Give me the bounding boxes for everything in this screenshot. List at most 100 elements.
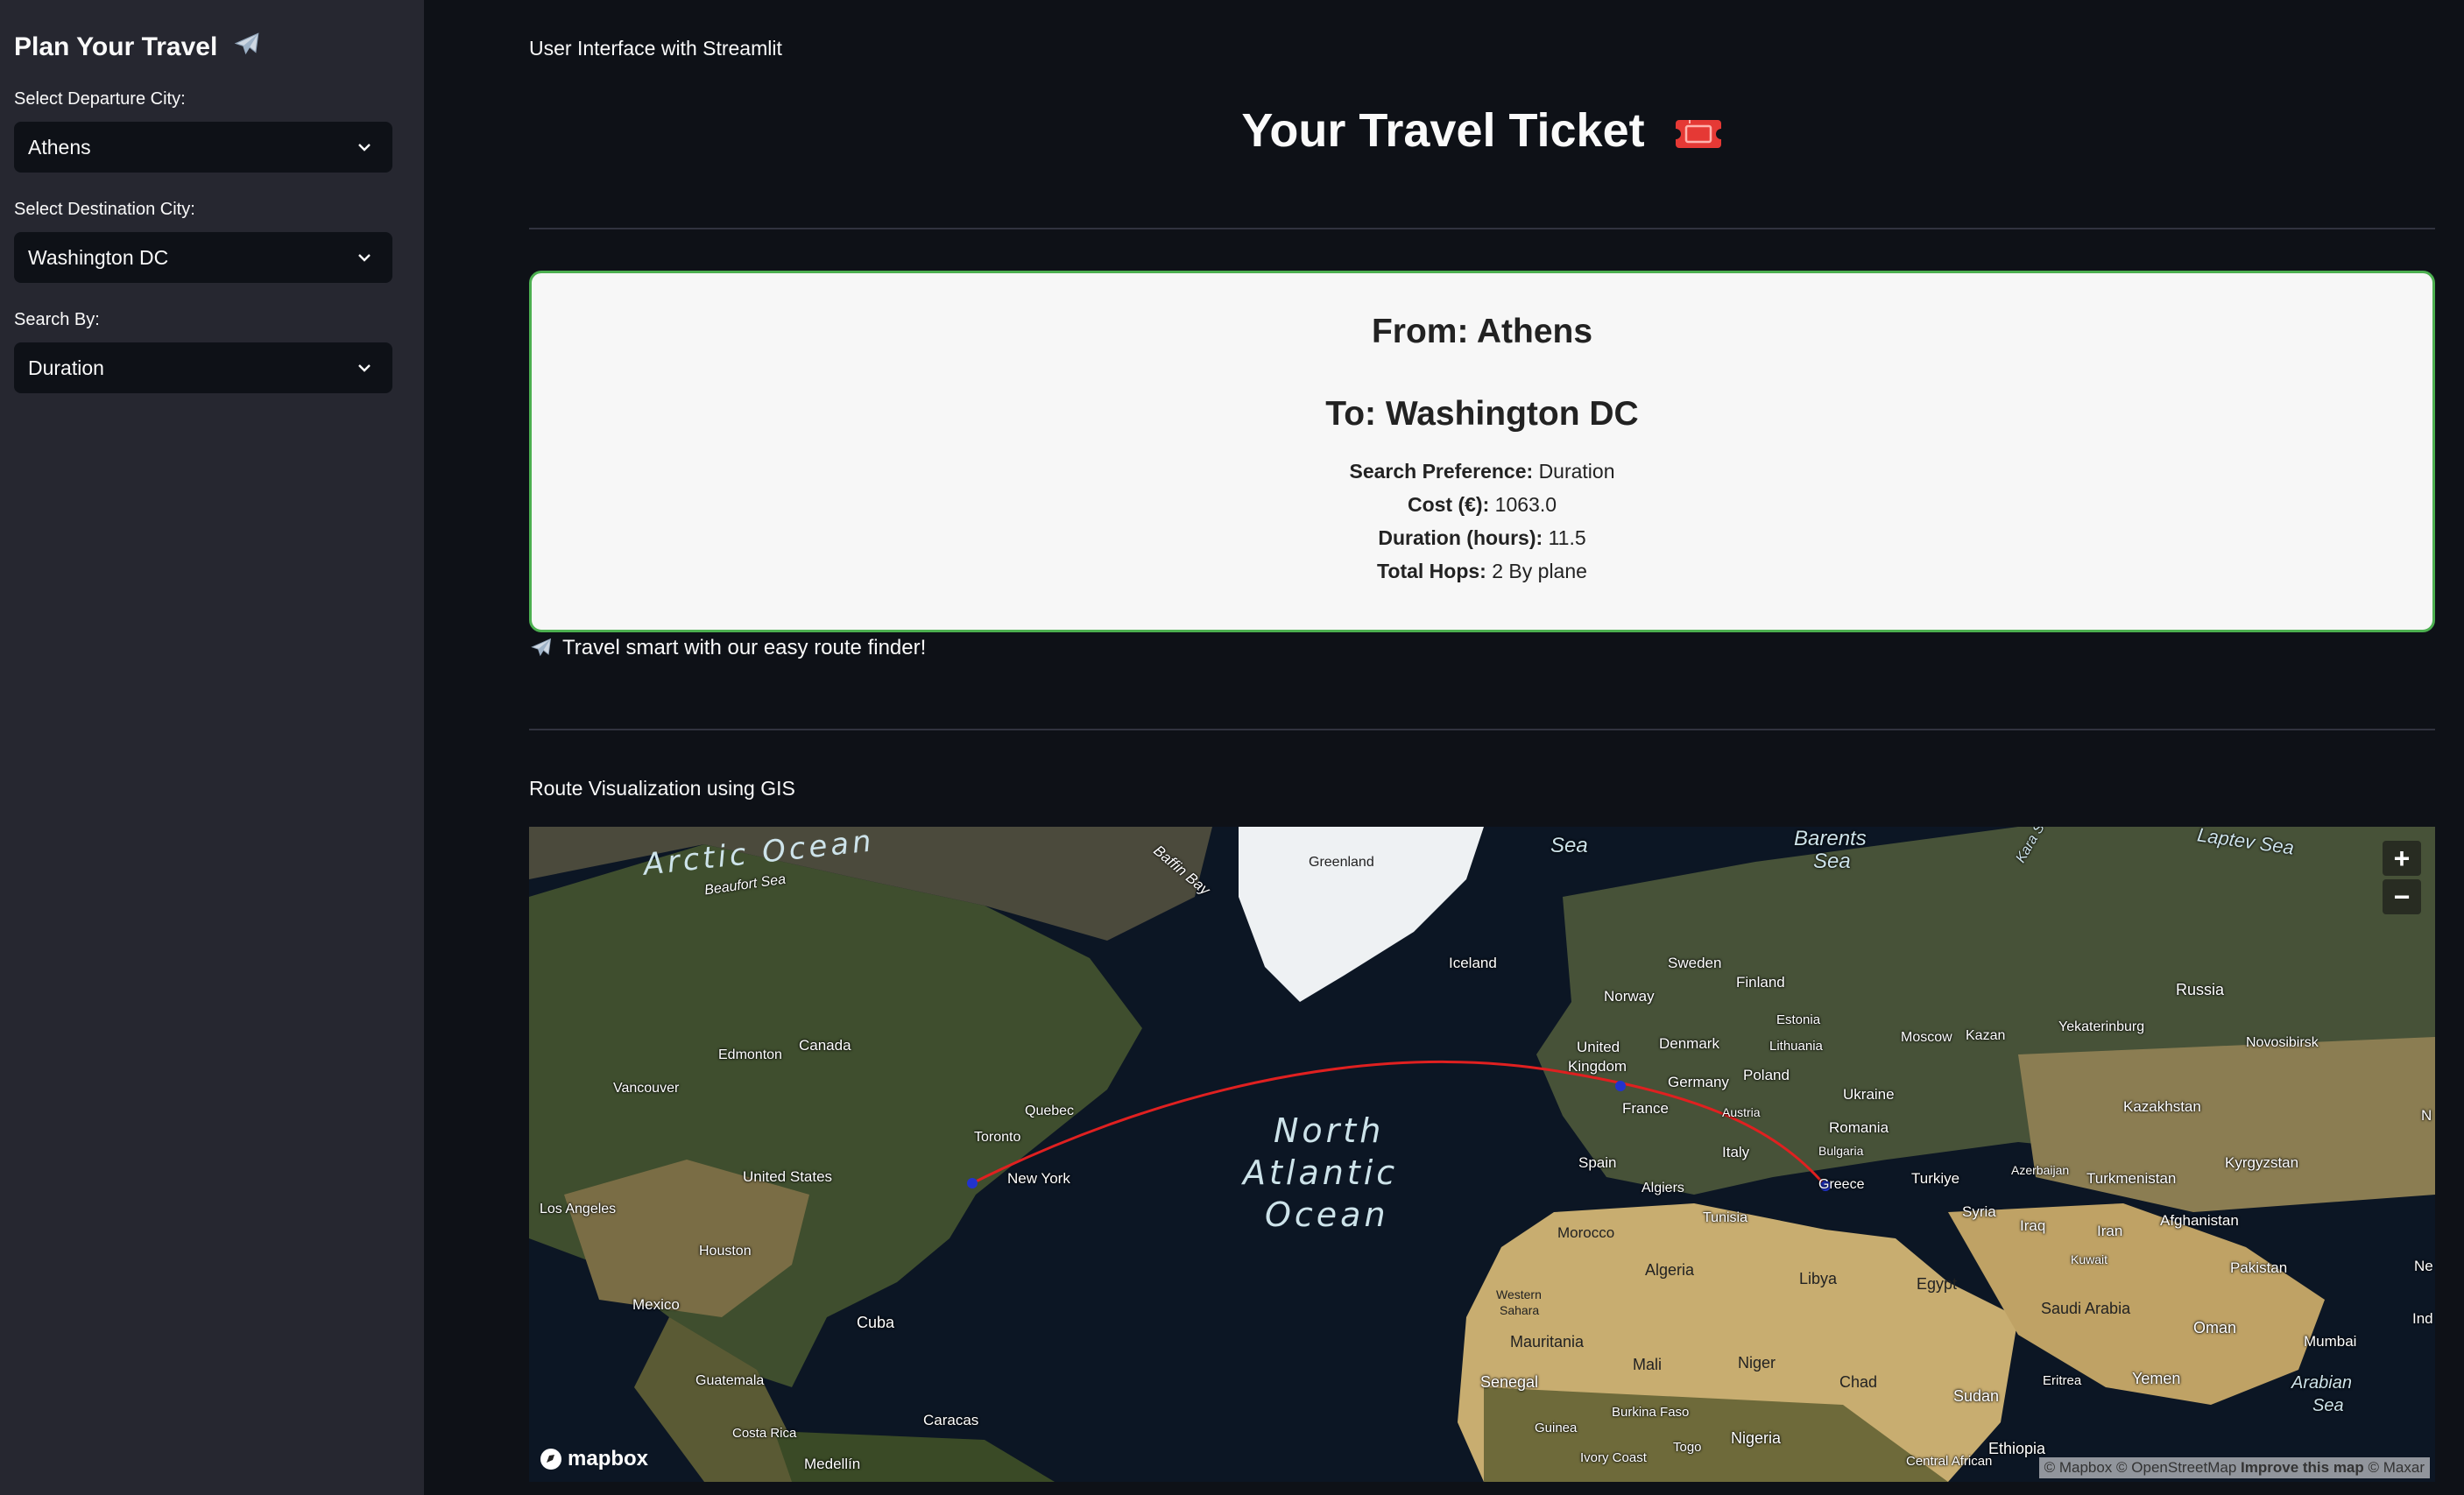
map-label: Canada [799, 1037, 851, 1054]
ticket-card: From: Athens To: Washington DC Search Pr… [529, 271, 2435, 632]
map-label: Chad [1839, 1373, 1878, 1391]
map-label: Guinea [1535, 1421, 1578, 1435]
map-label: Arabian [2291, 1373, 2352, 1393]
map-label: Afghanistan [2160, 1212, 2239, 1229]
zoom-in-button[interactable]: + [2383, 841, 2421, 876]
map-label: Ivory Coast [1580, 1450, 1647, 1465]
ticket-icon [1673, 119, 1723, 148]
destination-label: Select Destination City: [14, 200, 195, 219]
sidebar-title-text: Plan Your Travel [14, 32, 218, 61]
map-label: Vancouver [613, 1081, 680, 1096]
map-label: Togo [1673, 1440, 1702, 1455]
route-map[interactable]: Arctic Ocean North Atlantic Ocean Beaufo… [529, 827, 2435, 1482]
map-label: Mexico [632, 1296, 680, 1313]
map-label: Toronto [974, 1130, 1021, 1145]
map-label: Italy [1722, 1144, 1750, 1160]
divider [529, 729, 2435, 730]
destination-select[interactable]: Washington DC [14, 232, 392, 283]
map-label: Costa Rica [732, 1426, 797, 1441]
map-label: Finland [1736, 974, 1785, 991]
search-by-select-value: Duration [28, 356, 104, 379]
map-label: Ind [2412, 1310, 2433, 1327]
map-label: Tunisia [1703, 1210, 1747, 1225]
map-label: Niger [1738, 1354, 1776, 1372]
search-preference-label: Search Preference: [1349, 460, 1534, 483]
map-label: Mumbai [2304, 1333, 2357, 1350]
map-label: Lithuania [1769, 1039, 1823, 1054]
map-attribution: © Mapbox © OpenStreetMap Improve this ma… [2038, 1457, 2430, 1478]
chevron-down-icon [358, 364, 371, 372]
ticket-from: From: Athens [1371, 313, 1593, 350]
map-label: Sahara [1500, 1303, 1540, 1317]
map-label: France [1622, 1100, 1669, 1117]
map-label: Los Angeles [540, 1202, 617, 1216]
route-node-washington[interactable] [967, 1178, 978, 1188]
ticket-duration: Duration (hours): 11.5 [532, 526, 2432, 550]
map-label: Russia [2176, 981, 2225, 998]
map-label: Syria [1962, 1203, 1996, 1220]
map-label: Ukraine [1843, 1086, 1895, 1103]
map-label: Romania [1829, 1119, 1889, 1136]
map-label: Austria [1722, 1105, 1761, 1119]
improve-map-link[interactable]: Improve this map [2241, 1459, 2364, 1476]
cost-value: 1063.0 [1494, 493, 1557, 516]
map-label: Cuba [857, 1314, 895, 1331]
map-label: Edmonton [718, 1047, 782, 1062]
map-label: Saudi Arabia [2041, 1300, 2131, 1317]
map-label: Germany [1668, 1074, 1729, 1090]
airplane-icon [531, 638, 552, 657]
hops-value: 2 By plane [1492, 560, 1587, 582]
map-label: Nigeria [1731, 1429, 1782, 1447]
map-label: Sea [1550, 834, 1588, 857]
duration-value: 11.5 [1548, 526, 1586, 549]
map-label: Medellín [804, 1456, 861, 1472]
map-label: Kuwait [2071, 1252, 2108, 1266]
map-label: Iraq [2020, 1217, 2046, 1234]
map-label: Houston [699, 1244, 752, 1259]
departure-select[interactable]: Athens [14, 122, 392, 173]
route-node-london[interactable] [1615, 1081, 1626, 1091]
map-label: Poland [1743, 1067, 1790, 1083]
map-label: Norway [1604, 988, 1655, 1005]
mapbox-icon [540, 1449, 561, 1470]
central-asia-steppe [2018, 1037, 2435, 1212]
map-label: Sea [1813, 850, 1851, 873]
duration-label: Duration (hours): [1378, 526, 1543, 549]
map-label: United [1577, 1039, 1620, 1055]
map-label: Sweden [1668, 955, 1722, 971]
departure-label: Select Departure City: [14, 89, 186, 109]
map-label: Kazakhstan [2123, 1098, 2201, 1115]
map-label: Iceland [1449, 955, 1497, 971]
sidebar: Plan Your Travel Select Departure City: … [0, 0, 424, 1495]
airplane-icon [234, 32, 259, 55]
attribution-text: © Mapbox © OpenStreetMap [2044, 1459, 2242, 1476]
tagline-text: Travel smart with our easy route finder! [562, 636, 927, 659]
map-label: Caracas [923, 1412, 979, 1428]
mapbox-logo[interactable]: mapbox [540, 1447, 648, 1471]
map-label: Moscow [1901, 1030, 1952, 1045]
ticket-hops: Total Hops: 2 By plane [532, 560, 2432, 583]
tagline: Travel smart with our easy route finder! [529, 636, 926, 660]
map-label: Algeria [1645, 1261, 1695, 1279]
search-by-label: Search By: [14, 310, 100, 329]
search-preference-value: Duration [1538, 460, 1615, 483]
map-label: Quebec [1025, 1104, 1075, 1118]
chevron-down-icon [358, 254, 371, 262]
zoom-out-button[interactable]: − [2383, 879, 2421, 914]
map-label: Eritrea [2043, 1373, 2082, 1388]
search-by-select[interactable]: Duration [14, 342, 392, 393]
map-label: Bulgaria [1818, 1144, 1864, 1158]
map-label: Algiers [1641, 1181, 1684, 1195]
map-label: Yemen [2132, 1370, 2181, 1387]
map-label: Egypt [1917, 1275, 1958, 1293]
route-visualization-label: Route Visualization using GIS [529, 777, 795, 800]
ticket-search-preference: Search Preference: Duration [532, 460, 2432, 483]
hops-label: Total Hops: [1377, 560, 1486, 582]
map-label: Spain [1578, 1154, 1617, 1171]
map-label: Iran [2097, 1223, 2123, 1239]
departure-select-value: Athens [28, 135, 91, 159]
map-label: N [2421, 1107, 2432, 1124]
map-label: Greece [1818, 1177, 1865, 1192]
map-label: Estonia [1776, 1012, 1821, 1027]
map-label: Burkina Faso [1612, 1405, 1690, 1420]
